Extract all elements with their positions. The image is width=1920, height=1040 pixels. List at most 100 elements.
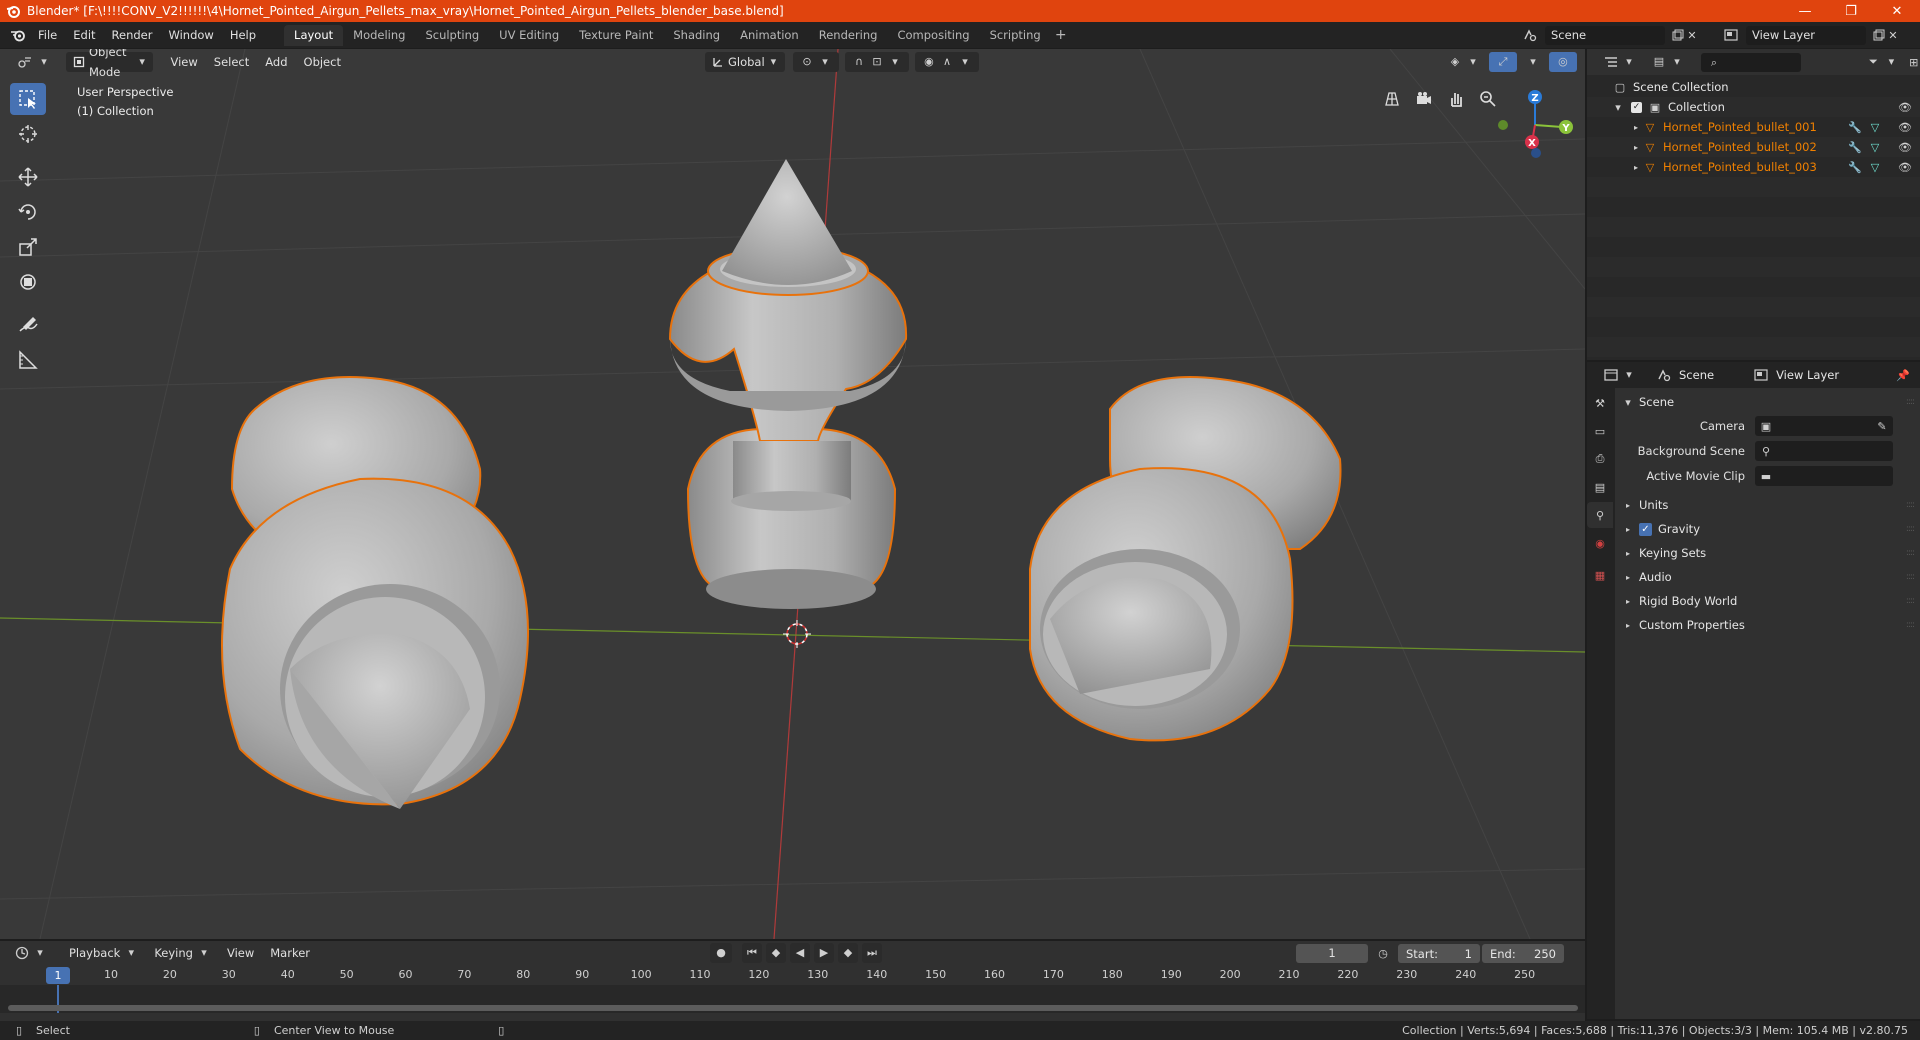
- tab-layout[interactable]: Layout: [284, 25, 344, 46]
- scale-tool[interactable]: [10, 231, 46, 263]
- play-reverse-button[interactable]: ◀: [790, 943, 810, 963]
- panel-drag-handle[interactable]: ::::: [1906, 397, 1915, 407]
- gizmo-toggle-button[interactable]: ⤢: [1488, 52, 1517, 72]
- mesh-data-icon[interactable]: ▽: [1868, 140, 1882, 154]
- snap-button[interactable]: ∩ ⊡ ▾: [844, 52, 909, 72]
- scene-icon[interactable]: [1523, 28, 1537, 42]
- current-frame-marker[interactable]: 1: [46, 967, 70, 984]
- menu-edit[interactable]: Edit: [65, 25, 103, 45]
- display-mode-button[interactable]: ▤ ▾: [1645, 52, 1691, 72]
- eye-icon[interactable]: 👁: [1898, 140, 1912, 154]
- rotate-tool[interactable]: [10, 196, 46, 228]
- next-keyframe-button[interactable]: ◆: [838, 943, 858, 963]
- tab-animation[interactable]: Animation: [730, 25, 809, 46]
- modifier-wrench-icon[interactable]: 🔧: [1848, 120, 1862, 134]
- panel-drag-handle[interactable]: ::::: [1906, 572, 1915, 582]
- zoom-view-button[interactable]: [1474, 85, 1502, 113]
- tab-shading[interactable]: Shading: [663, 25, 730, 46]
- cursor-tool[interactable]: [10, 118, 46, 150]
- tab-scripting[interactable]: Scripting: [980, 25, 1051, 46]
- panel-keying-sets-header[interactable]: ▸ Keying Sets ::::: [1615, 542, 1920, 564]
- new-scene-icon[interactable]: [1671, 28, 1685, 42]
- move-tool[interactable]: [10, 161, 46, 193]
- gizmo-neg-y[interactable]: [1498, 120, 1508, 130]
- minimize-button[interactable]: —: [1782, 0, 1828, 22]
- menu-window[interactable]: Window: [160, 25, 221, 45]
- pan-view-button[interactable]: [1442, 85, 1470, 113]
- record-button[interactable]: ●: [710, 943, 732, 963]
- tab-sculpting[interactable]: Sculpting: [415, 25, 489, 46]
- collapse-arrow-icon[interactable]: ▾: [1611, 100, 1625, 114]
- outliner-editor-type-icon[interactable]: ▾: [1597, 52, 1643, 72]
- jump-end-button[interactable]: ⏭: [862, 943, 882, 963]
- timeline-editor-type-icon[interactable]: ▾: [8, 943, 54, 963]
- pellet-left[interactable]: [221, 376, 529, 809]
- timeline-ruler[interactable]: 1 10 20 30 40 50 60 70 80 90 100 110 120 130 140 150 16…: [0, 965, 1585, 985]
- panel-drag-handle[interactable]: ::::: [1906, 548, 1915, 558]
- preview-range-clock-icon[interactable]: ◷: [1376, 946, 1390, 960]
- pin-icon[interactable]: 📌: [1896, 368, 1910, 382]
- play-button[interactable]: ▶: [814, 943, 834, 963]
- overlays-toggle-button[interactable]: ◎: [1548, 52, 1577, 72]
- maximize-button[interactable]: ❐: [1828, 0, 1874, 22]
- eye-icon[interactable]: 👁: [1898, 160, 1912, 174]
- panel-audio-header[interactable]: ▸ Audio ::::: [1615, 566, 1920, 588]
- timeline-track[interactable]: [0, 985, 1585, 1013]
- menu-render[interactable]: Render: [104, 25, 161, 45]
- outliner-row-scene-collection[interactable]: ▢ Scene Collection: [1587, 77, 1920, 97]
- menu-object[interactable]: Object: [297, 52, 348, 72]
- view-layer-icon[interactable]: [1724, 28, 1738, 42]
- outliner-row-collection[interactable]: ▾ ✓ ▣ Collection 👁: [1587, 97, 1920, 117]
- menu-marker[interactable]: Marker: [263, 943, 317, 963]
- gravity-checkbox[interactable]: ✓: [1639, 522, 1652, 536]
- outliner-search-input[interactable]: ⌕: [1701, 52, 1802, 72]
- orientation-dropdown[interactable]: Global ▾: [704, 52, 785, 72]
- panel-drag-handle[interactable]: ::::: [1906, 596, 1915, 606]
- panel-rigid-body-world-header[interactable]: ▸ Rigid Body World ::::: [1615, 590, 1920, 612]
- gizmo-dropdown[interactable]: ▾: [1519, 52, 1547, 72]
- jump-start-button[interactable]: ⏮: [742, 943, 762, 963]
- annotate-tool[interactable]: [10, 309, 46, 341]
- outliner-filter-button[interactable]: ⏷ ▾: [1859, 52, 1905, 72]
- tab-compositing[interactable]: Compositing: [887, 25, 979, 46]
- outliner-row-object[interactable]: ▸ ▽ Hornet_Pointed_bullet_001 🔧 ▽ 👁: [1587, 117, 1920, 137]
- overlays-dropdown[interactable]: ▾: [1579, 52, 1585, 72]
- eyedropper-icon[interactable]: ✎: [1875, 419, 1889, 433]
- mesh-data-icon[interactable]: ▽: [1868, 120, 1882, 134]
- tab-scene[interactable]: ⚲: [1587, 502, 1613, 528]
- menu-keying[interactable]: Keying ▾: [147, 943, 218, 963]
- new-collection-icon[interactable]: ⊞: [1907, 55, 1920, 69]
- panel-custom-properties-header[interactable]: ▸ Custom Properties ::::: [1615, 614, 1920, 636]
- panel-drag-handle[interactable]: ::::: [1906, 500, 1915, 510]
- menu-add[interactable]: Add: [258, 52, 294, 72]
- background-scene-field[interactable]: ⚲: [1755, 441, 1893, 461]
- tab-rendering[interactable]: Rendering: [809, 25, 888, 46]
- mesh-data-icon[interactable]: ▽: [1868, 160, 1882, 174]
- delete-scene-icon[interactable]: ✕: [1685, 28, 1699, 42]
- modifier-wrench-icon[interactable]: 🔧: [1848, 160, 1862, 174]
- new-view-layer-icon[interactable]: [1872, 28, 1886, 42]
- menu-playback[interactable]: Playback ▾: [62, 943, 145, 963]
- proportional-editing-button[interactable]: ◉ ∧ ▾: [914, 52, 979, 72]
- breadcrumb-view-layer[interactable]: View Layer: [1776, 368, 1839, 382]
- tab-uv-editing[interactable]: UV Editing: [489, 25, 569, 46]
- select-box-tool[interactable]: [10, 83, 46, 115]
- eye-icon[interactable]: 👁: [1898, 120, 1912, 134]
- tab-modeling[interactable]: Modeling: [343, 25, 415, 46]
- tab-texture-paint[interactable]: Texture Paint: [569, 25, 663, 46]
- blender-menu-icon[interactable]: [6, 25, 30, 45]
- modifier-wrench-icon[interactable]: 🔧: [1848, 140, 1862, 154]
- gizmo-neg-z[interactable]: [1531, 148, 1541, 158]
- scene-name-field[interactable]: Scene: [1545, 25, 1665, 45]
- menu-timeline-view[interactable]: View: [220, 943, 261, 963]
- menu-help[interactable]: Help: [222, 25, 264, 45]
- 3d-viewport[interactable]: Z Y X ▾ Object Mode ▾ View Select Add Ob…: [0, 49, 1585, 939]
- tab-output[interactable]: ⎙: [1587, 446, 1613, 472]
- camera-view-button[interactable]: [1410, 85, 1438, 113]
- pellet-right[interactable]: [1029, 376, 1342, 742]
- prev-keyframe-button[interactable]: ◆: [766, 943, 786, 963]
- timeline-scrollbar[interactable]: [8, 1005, 1578, 1011]
- menu-file[interactable]: File: [30, 25, 65, 45]
- pivot-point-button[interactable]: ⊙ ▾: [792, 52, 839, 72]
- end-frame-field[interactable]: End: 250: [1482, 944, 1564, 963]
